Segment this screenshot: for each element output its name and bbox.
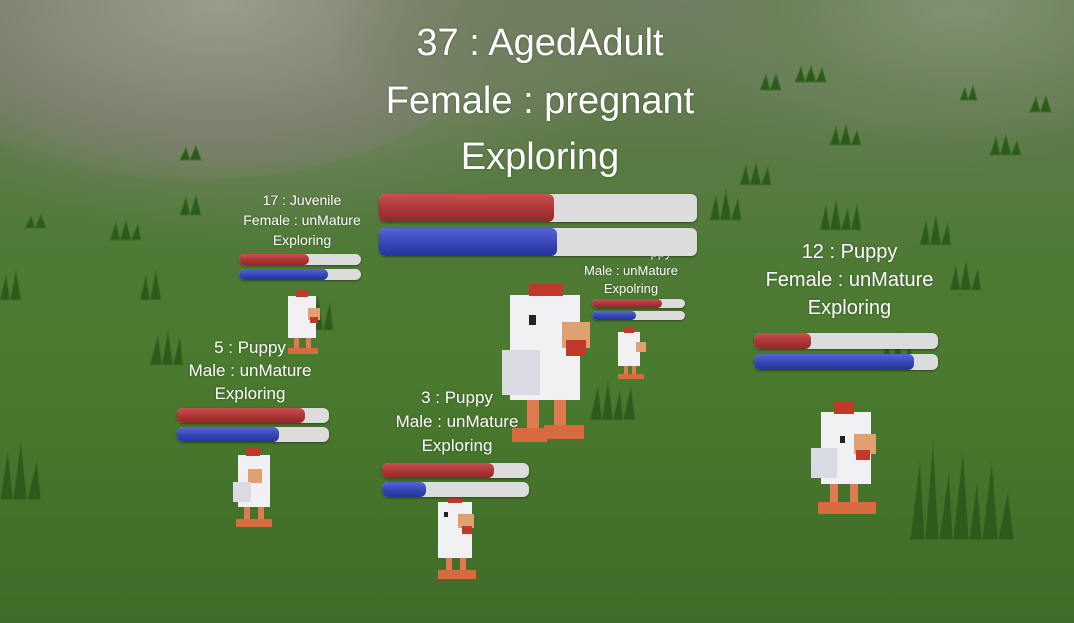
hunger-bar <box>379 194 697 222</box>
chicken-small-5[interactable] <box>228 447 288 537</box>
creature-label-5: 5 : Puppy Male : unMature Exploring <box>150 338 350 442</box>
creature-sex-line: Male : unMature <box>395 412 519 431</box>
energy-bar <box>379 228 697 256</box>
energy-bar <box>754 354 938 370</box>
energy-bar <box>382 482 529 497</box>
chicken-small-bg[interactable] <box>612 328 652 386</box>
energy-bar <box>239 269 361 280</box>
creature-activity-line: Exploring <box>421 436 493 455</box>
chicken-small-12[interactable] <box>806 398 896 523</box>
game-viewport[interactable]: ppy Male : unMature Expolring 17 : Juven… <box>0 0 1074 623</box>
creature-activity-line: Exploring <box>460 136 620 178</box>
chicken-small-3[interactable] <box>428 492 488 587</box>
creature-age-line: 37 : AgedAdult <box>416 22 664 64</box>
creature-sex-line: Female : unMature <box>765 269 934 291</box>
creature-sex-line: Female : pregnant <box>385 80 695 122</box>
creature-label-bg: ppy Male : unMature Expolring <box>566 245 696 320</box>
creature-activity-line: Expolring <box>603 281 659 296</box>
creature-activity-line: Exploring <box>214 384 286 403</box>
creature-label-3: 3 : Puppy Male : unMature Exploring <box>357 388 557 497</box>
creature-age-line: 5 : Puppy <box>214 338 286 357</box>
hunger-bar <box>177 408 329 423</box>
creature-label-37: 37 : AgedAdult Female : pregnant Explori… <box>300 22 780 256</box>
creature-activity-line: Exploring <box>807 297 892 319</box>
creature-sex-line: Male : unMature <box>188 361 312 380</box>
hunger-bar <box>754 333 938 349</box>
creature-age-line: 3 : Puppy <box>421 388 493 407</box>
creature-label-12: 12 : Puppy Female : unMature Exploring <box>712 241 987 370</box>
energy-bar <box>592 311 685 320</box>
creature-sex-line: Male : unMature <box>584 263 678 278</box>
energy-bar <box>177 427 329 442</box>
hunger-bar <box>592 299 685 308</box>
hunger-bar <box>382 463 529 478</box>
